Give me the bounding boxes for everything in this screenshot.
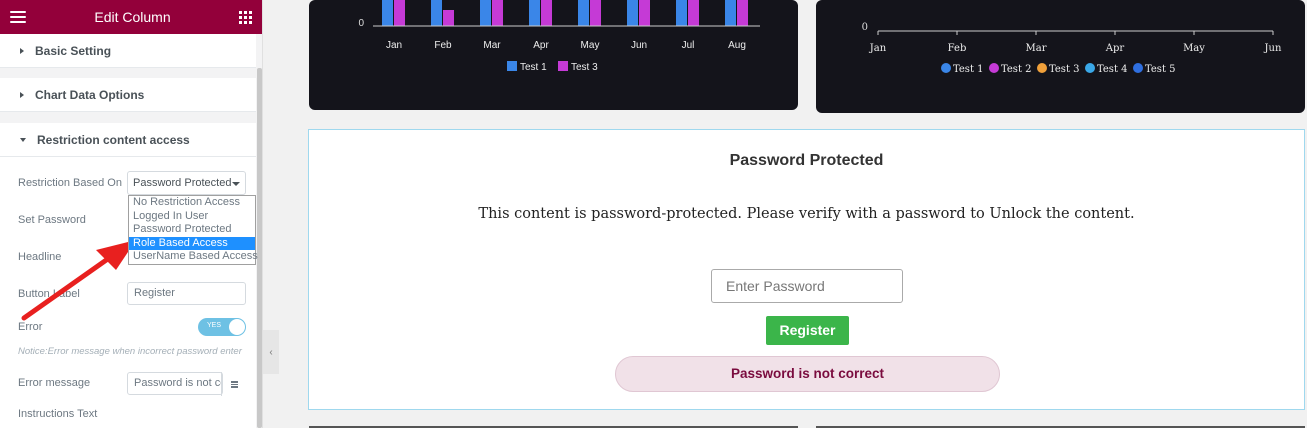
bar-test-1 xyxy=(480,0,491,26)
dropdown-option[interactable]: Logged In User xyxy=(129,210,255,224)
bar-test-3 xyxy=(492,0,503,26)
legend-dot xyxy=(1085,63,1095,73)
bar-chart-card: 0 Jan Feb Mar Apr May Jun Jul Aug Test 1 Test 3 xyxy=(309,0,798,110)
restriction-dropdown: No Restriction Access Logged In User Pas… xyxy=(128,195,258,265)
legend-label: Test 5 xyxy=(1145,64,1176,75)
x-tick-label: Jan xyxy=(869,43,887,54)
legend-label: Test 3 xyxy=(1049,64,1080,75)
x-tick-label: Jan xyxy=(386,40,402,51)
password-input[interactable]: Enter Password xyxy=(711,269,903,303)
bar-test-1 xyxy=(725,0,736,26)
bar-test-1 xyxy=(627,0,638,26)
x-tick-label: Jul xyxy=(682,40,695,51)
bar-test-3 xyxy=(639,0,650,26)
x-tick-label: Feb xyxy=(434,40,452,51)
legend-label: Test 1 xyxy=(953,64,984,75)
bar-chart: 0 Jan Feb Mar Apr May Jun Jul Aug Test 1 Test 3 xyxy=(358,0,760,73)
chevron-left-icon: ‹ xyxy=(269,346,273,358)
legend-dot xyxy=(1037,63,1047,73)
x-tick-label: May xyxy=(1183,43,1205,54)
legend-swatch xyxy=(507,61,517,71)
bar-test-3 xyxy=(590,0,601,26)
dropdown-option[interactable]: Password Protected xyxy=(129,223,255,237)
legend-dot xyxy=(1133,63,1143,73)
register-button[interactable]: Register xyxy=(766,316,849,345)
password-protected-description: This content is password-protected. Plea… xyxy=(478,206,1135,222)
x-tick-label: Mar xyxy=(483,40,501,51)
legend-label: Test 1 xyxy=(520,62,547,73)
bar-test-1 xyxy=(578,0,589,26)
legend-label: Test 2 xyxy=(1001,64,1032,75)
line-chart-card: 0 Jan Feb Mar Apr May Jun Test 1 Test 2 Test 3 Tes… xyxy=(816,0,1305,113)
collapse-panel-handle[interactable]: ‹ xyxy=(263,330,279,374)
bar-test-1 xyxy=(382,0,393,26)
bar-test-3 xyxy=(688,0,699,26)
legend-label: Test 4 xyxy=(1097,64,1128,75)
bar-test-3 xyxy=(541,0,552,26)
line-chart: 0Jan Feb Mar Apr May Jun Test 1 Test 2 Test 3 Tes… xyxy=(862,22,1282,75)
x-tick-label: Mar xyxy=(1026,43,1047,54)
dropdown-option-highlighted[interactable]: Role Based Access xyxy=(129,236,255,250)
password-error-message: Password is not correct xyxy=(615,356,1000,392)
legend-dot xyxy=(941,63,951,73)
x-tick-label: Feb xyxy=(948,43,967,54)
x-tick-label: Aug xyxy=(728,40,746,51)
x-tick-label: May xyxy=(581,40,600,51)
bar-test-3 xyxy=(443,10,454,26)
legend-dot xyxy=(989,63,999,73)
dropdown-option[interactable]: No Restriction Access xyxy=(129,196,255,210)
dropdown-option[interactable]: UserName Based Access xyxy=(129,250,258,264)
bar-test-3 xyxy=(394,0,405,26)
bar-test-1 xyxy=(676,0,687,26)
x-tick-label: Apr xyxy=(533,40,549,51)
y-tick-label: 0 xyxy=(862,22,868,33)
legend-swatch xyxy=(558,61,568,71)
x-tick-label: Apr xyxy=(1105,43,1125,54)
bar-test-3 xyxy=(737,0,748,26)
legend-label: Test 3 xyxy=(571,62,598,73)
bar-test-1 xyxy=(529,0,540,26)
password-protected-title: Password Protected xyxy=(729,152,884,169)
y-tick-label: 0 xyxy=(358,18,364,29)
x-tick-label: Jun xyxy=(631,40,647,51)
x-tick-label: Jun xyxy=(1264,43,1282,54)
bar-test-1 xyxy=(431,0,442,26)
password-protected-box: Password Protected This content is passw… xyxy=(308,129,1305,410)
